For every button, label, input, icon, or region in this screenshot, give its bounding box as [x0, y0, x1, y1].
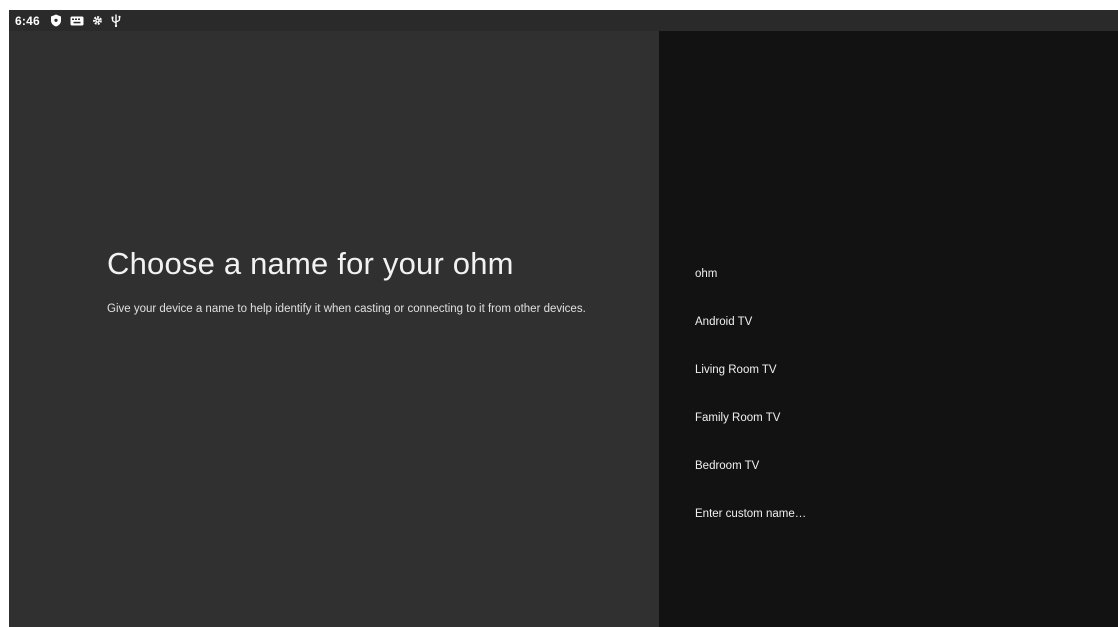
setup-info-panel: Choose a name for your ohm Give your dev…	[9, 31, 659, 627]
page-description: Give your device a name to help identify…	[107, 303, 586, 315]
name-option-ohm[interactable]: ohm	[695, 263, 1095, 311]
shield-icon	[50, 14, 62, 28]
usb-icon	[111, 14, 121, 28]
name-option-bedroom-tv[interactable]: Bedroom TV	[695, 455, 1095, 503]
status-time: 6:46	[15, 13, 40, 28]
settings-gear-icon	[92, 14, 103, 28]
name-options-list: ohm Android TV Living Room TV Family Roo…	[695, 263, 1095, 551]
name-options-panel: ohm Android TV Living Room TV Family Roo…	[659, 31, 1118, 627]
page-title: Choose a name for your ohm	[107, 246, 514, 281]
name-option-custom[interactable]: Enter custom name…	[695, 503, 1095, 551]
status-bar: 6:46	[9, 10, 1118, 31]
name-option-living-room-tv[interactable]: Living Room TV	[695, 359, 1095, 407]
name-option-family-room-tv[interactable]: Family Room TV	[695, 407, 1095, 455]
name-option-android-tv[interactable]: Android TV	[695, 311, 1095, 359]
tv-setup-screen: 6:46 Choose a name for your ohm Give you…	[9, 10, 1118, 627]
keyboard-icon	[70, 14, 84, 28]
